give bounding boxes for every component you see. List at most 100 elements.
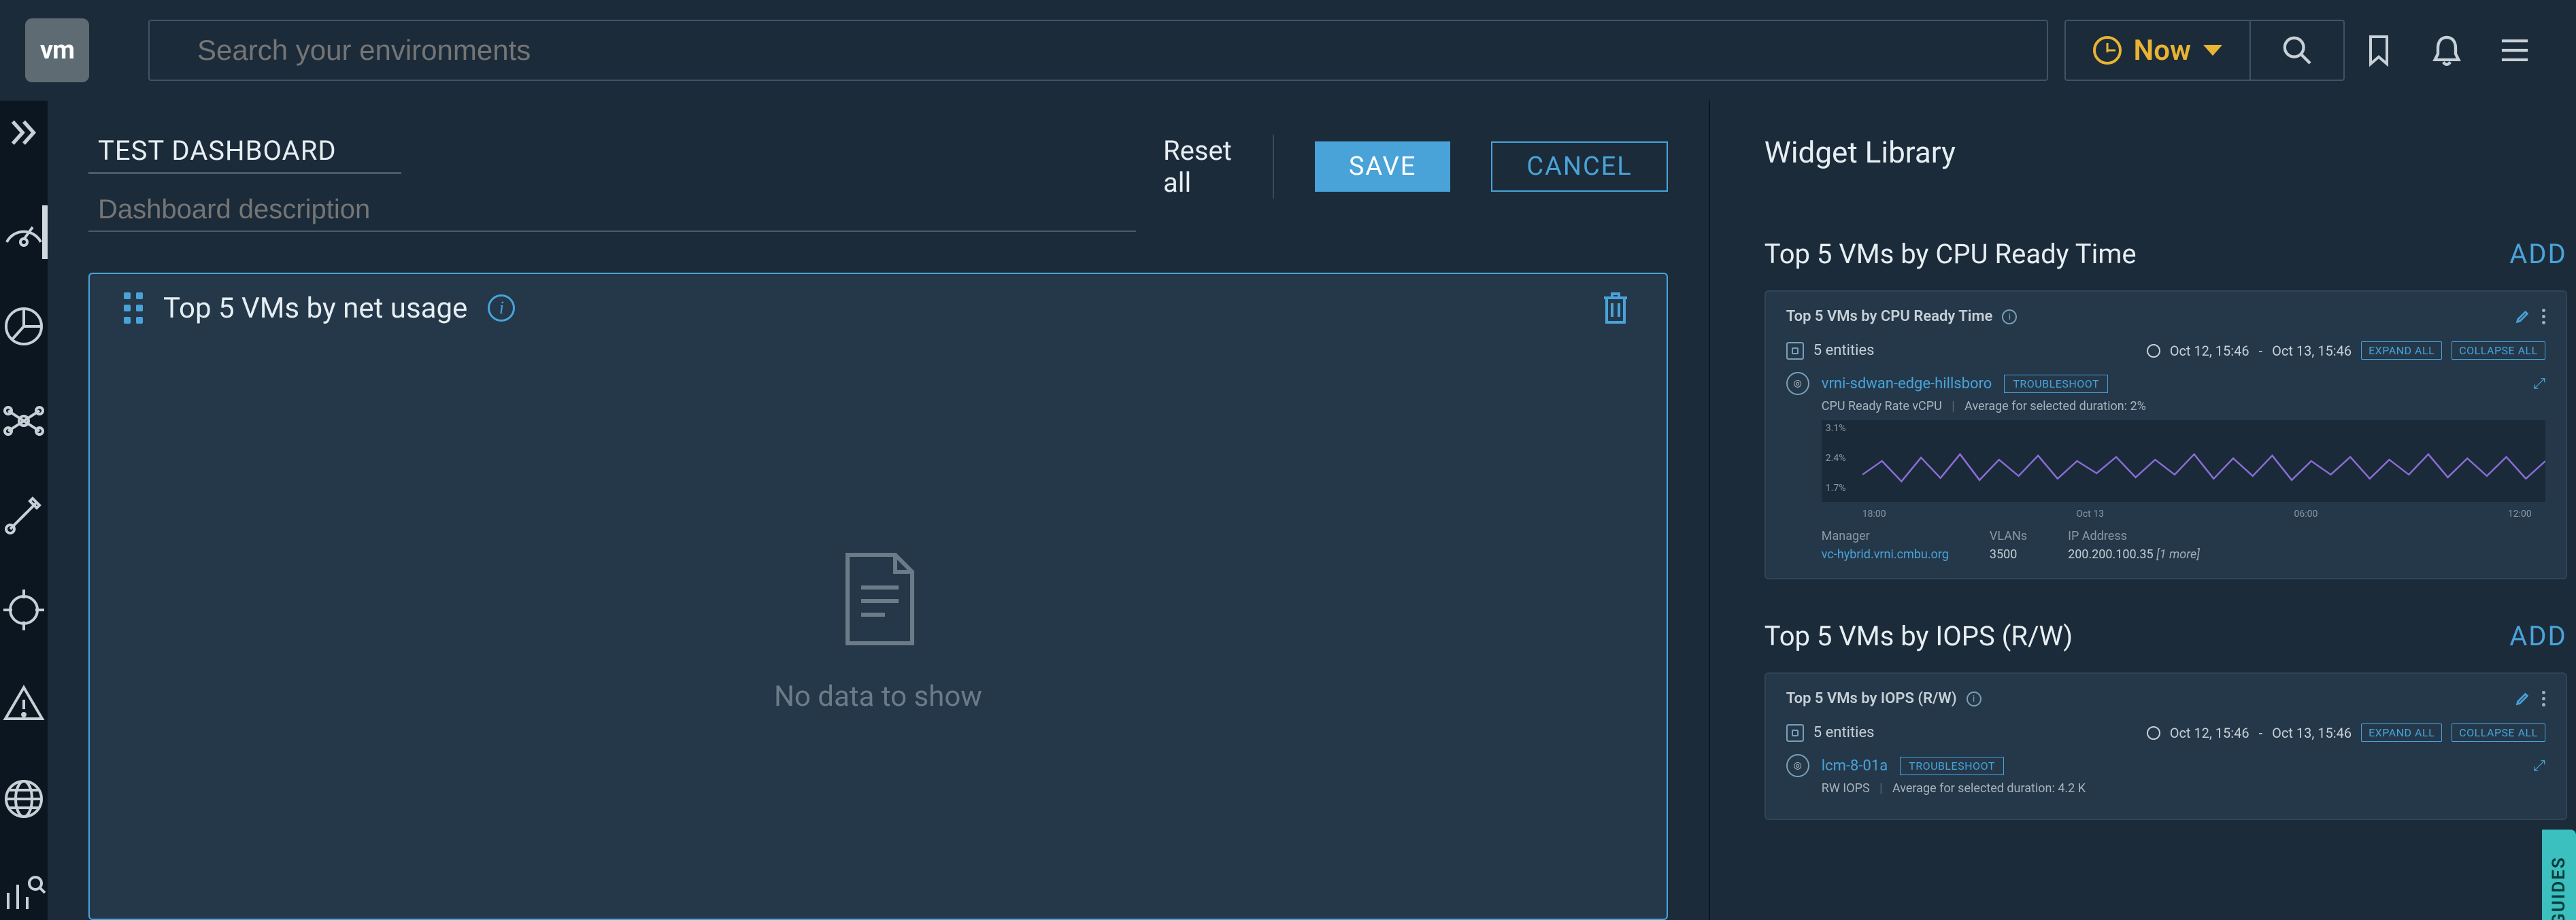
expand-all-button: EXPAND ALL [2361,723,2442,742]
entity-count: 5 entities [1813,724,1875,741]
edit-icon [2515,309,2530,324]
nav-analytics[interactable] [0,866,48,920]
save-button[interactable]: SAVE [1315,141,1451,192]
search-button[interactable] [2249,20,2345,81]
entity-icon [1786,724,1804,742]
vm-name: lcm-8-01a [1822,757,1888,774]
y-tick: 1.7% [1826,483,1846,494]
meta-value: 3500 [1990,547,2027,562]
collapse-all-button: COLLAPSE ALL [2452,341,2545,360]
reset-all-button[interactable]: Reset all [1163,135,1274,199]
info-icon: i [1967,692,1981,706]
chevron-down-icon [2203,45,2222,56]
meta-label: IP Address [2068,529,2200,543]
nav-target[interactable] [0,583,48,637]
x-tick: 18:00 [1862,509,1886,519]
nav-dashboard[interactable] [0,205,48,259]
x-tick: 12:00 [2508,509,2532,519]
drag-handle-icon[interactable] [124,292,143,324]
meta-value: 200.200.100.35 [2068,547,2154,562]
nav-alerts[interactable] [0,677,48,731]
widget-card-header: Top 5 VMs by net usage i [90,274,1667,342]
meta-label: Manager [1822,529,1949,543]
time-selector[interactable]: Now [2064,20,2250,81]
meta-more: [1 more] [2156,547,2200,562]
entity-icon [1786,342,1804,360]
metric-avg: Average for selected duration: 2% [1964,399,2146,413]
time-selector-label: Now [2134,34,2192,67]
dashboard-editor: TEST DASHBOARD Reset all SAVE CANCEL Top… [48,101,1710,920]
add-widget-button[interactable]: ADD [2509,238,2567,270]
collapse-all-button: COLLAPSE ALL [2452,723,2545,742]
expand-icon: ⤢ [2533,757,2545,774]
topbar-actions: Now [2064,20,2549,81]
y-tick: 2.4% [1826,453,1846,464]
nav-tools[interactable] [0,489,48,543]
clock-icon [2147,726,2160,740]
notifications-button[interactable] [2413,20,2481,81]
bookmark-button[interactable] [2345,20,2413,81]
guides-tab[interactable]: GUIDES [2542,830,2576,920]
time-sep: - [2259,343,2263,359]
more-icon [2542,691,2545,706]
expand-all-button: EXPAND ALL [2361,341,2442,360]
widget-empty-state: No data to show [90,342,1667,919]
search-input[interactable] [150,34,2047,67]
delete-widget-button[interactable] [1599,290,1633,326]
library-item: Top 5 VMs by IOPS (R/W) ADD Top 5 VMs by… [1764,620,2567,820]
nav-segments[interactable] [0,300,48,354]
dashboard-title-input[interactable]: TEST DASHBOARD [88,135,401,174]
metric-name: RW IOPS [1822,781,1870,796]
document-icon [834,548,922,653]
entity-count: 5 entities [1813,342,1875,359]
widget-library-panel: Widget Library Top 5 VMs by CPU Ready Ti… [1710,101,2576,920]
edit-icon [2515,692,2530,706]
metric-name: CPU Ready Rate vCPU [1822,399,1942,413]
logo-text: vm [25,18,89,82]
widget-preview: Top 5 VMs by IOPS (R/W) i 5 entities [1764,672,2567,820]
y-tick: 3.1% [1826,423,1846,434]
preview-header: Top 5 VMs by IOPS (R/W) [1786,690,1957,707]
add-widget-button[interactable]: ADD [2509,620,2567,652]
time-from: Oct 12, 15:46 [2170,343,2249,359]
expand-icon: ⤢ [2533,375,2545,392]
vm-icon: ◎ [1786,754,1809,777]
library-item-title: Top 5 VMs by CPU Ready Time [1764,238,2137,270]
time-to: Oct 13, 15:46 [2272,725,2352,741]
info-icon[interactable]: i [488,294,515,322]
topbar: vm Now [0,0,2576,101]
metric-avg: Average for selected duration: 4.2 K [1892,781,2086,796]
meta-label: VLANs [1990,529,2027,543]
time-to: Oct 13, 15:46 [2272,343,2352,359]
time-sep: - [2259,725,2263,741]
empty-message: No data to show [774,680,982,713]
vm-name: vrni-sdwan-edge-hillsboro [1822,375,1992,392]
expand-rail-button[interactable] [3,114,44,151]
time-from: Oct 12, 15:46 [2170,725,2249,741]
dashboard-description-input[interactable] [88,194,1136,232]
more-icon [2542,309,2545,324]
widget-title: Top 5 VMs by net usage [163,292,467,325]
search-bar[interactable] [148,20,2048,81]
troubleshoot-badge: TROUBLESHOOT [1900,757,2004,775]
editor-header: TEST DASHBOARD Reset all SAVE CANCEL [88,135,1668,232]
clock-icon [2147,344,2160,358]
clock-icon [2093,36,2122,65]
library-item: Top 5 VMs by CPU Ready Time ADD Top 5 VM… [1764,238,2567,579]
widget-preview: Top 5 VMs by CPU Ready Time i 5 entities [1764,290,2567,579]
cancel-button[interactable]: CANCEL [1491,141,1667,192]
info-icon: i [2002,309,2017,324]
menu-button[interactable] [2481,20,2549,81]
nav-topology[interactable] [0,394,48,448]
preview-chart: 3.1% 2.4% 1.7% [1822,420,2545,502]
widget-library-title: Widget Library [1764,135,2567,170]
widget-card: Top 5 VMs by net usage i No data to show [88,273,1668,920]
x-tick: 06:00 [2294,509,2318,519]
meta-value: vc-hybrid.vrni.cmbu.org [1822,547,1949,562]
x-tick: Oct 13 [2076,509,2104,519]
preview-header: Top 5 VMs by CPU Ready Time [1786,308,1993,325]
app-logo[interactable]: vm [0,0,114,101]
troubleshoot-badge: TROUBLESHOOT [2004,375,2108,393]
nav-network[interactable] [0,772,48,825]
library-item-title: Top 5 VMs by IOPS (R/W) [1764,620,2073,652]
